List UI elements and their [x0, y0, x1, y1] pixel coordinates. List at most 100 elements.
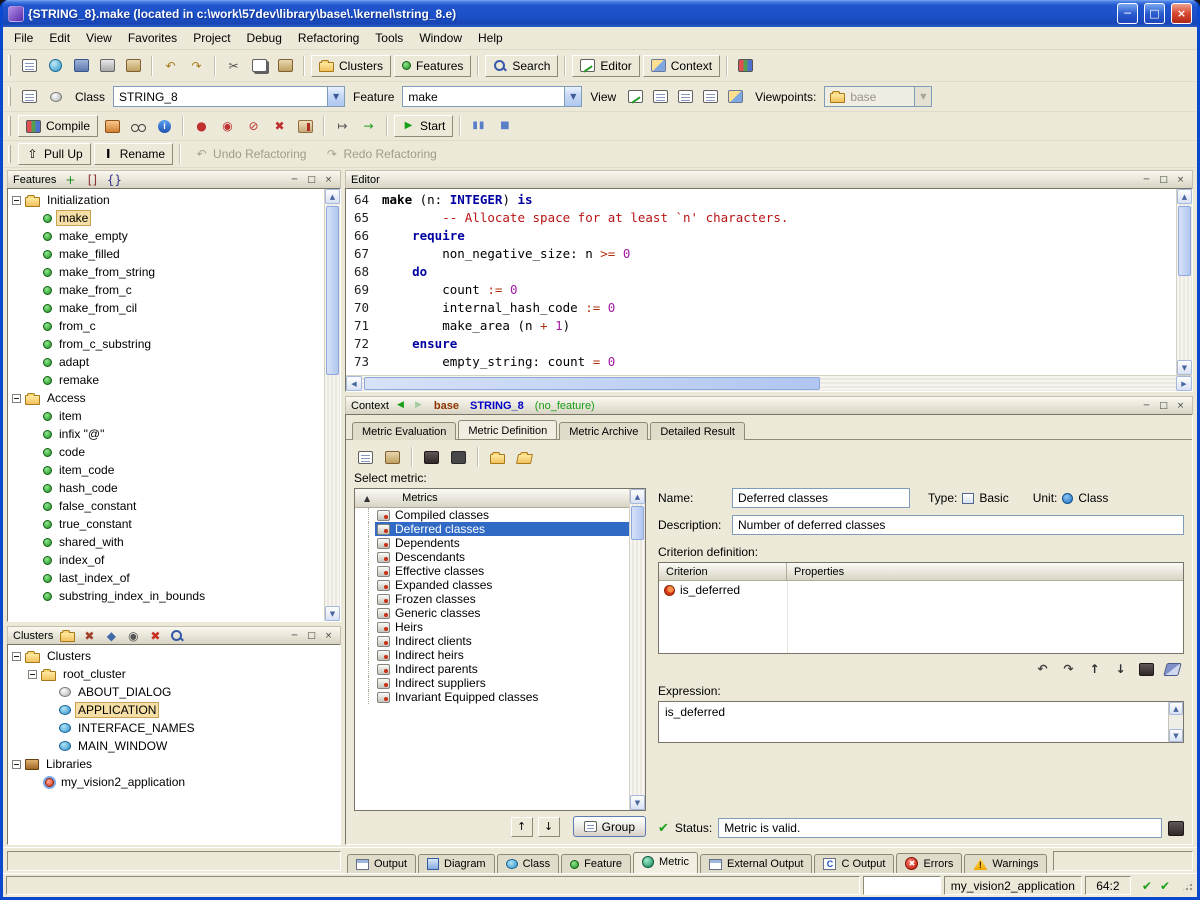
expander-icon[interactable]	[12, 760, 21, 769]
undo-criterion-button[interactable]: ↶	[1033, 658, 1052, 680]
menu-favorites[interactable]: Favorites	[120, 28, 185, 48]
scroll-thumb[interactable]	[364, 377, 820, 390]
tree-item-make-filled[interactable]: make_filled	[8, 245, 324, 263]
tree-item-from-c-substring[interactable]: from_c_substring	[8, 335, 324, 353]
redo-criterion-button[interactable]: ↷	[1059, 658, 1078, 680]
tree-item-false-constant[interactable]: false_constant	[8, 497, 324, 515]
tree-item-initialization[interactable]: Initialization	[8, 191, 324, 209]
maximize-button[interactable]: □	[1144, 3, 1165, 24]
interface-view-button[interactable]	[724, 86, 747, 108]
expander-icon[interactable]	[12, 394, 21, 403]
enable-breakpoints-button[interactable]: ◉	[216, 115, 239, 137]
delete-button[interactable]: ✖	[80, 628, 98, 643]
scroll-up-button[interactable]: ▲	[1169, 702, 1183, 715]
bottom-tab-errors[interactable]: ✖Errors	[896, 853, 962, 873]
tree-item-make[interactable]: make	[8, 209, 324, 227]
melt-button[interactable]	[101, 115, 124, 137]
maximize-panel-button[interactable]: □	[305, 630, 318, 642]
name-input[interactable]: Deferred classes	[732, 488, 910, 508]
scroll-down-button[interactable]: ▼	[630, 795, 645, 810]
copy-button[interactable]	[248, 55, 271, 77]
scroll-track[interactable]	[630, 504, 645, 795]
search-button[interactable]: Search	[485, 55, 558, 77]
metric-item-invariant-equipped-classes[interactable]: Invariant Equipped classes	[355, 690, 629, 704]
delete-metric-button[interactable]	[420, 446, 443, 468]
watch-button[interactable]	[127, 115, 150, 137]
expander-icon[interactable]	[12, 196, 21, 205]
move-metric-down-button[interactable]: ↓	[538, 817, 560, 837]
metric-item-expanded-classes[interactable]: Expanded classes	[355, 578, 629, 592]
editor-button[interactable]: Editor	[572, 55, 639, 77]
tree-item-infix[interactable]: infix "@"	[8, 425, 324, 443]
criterion-row[interactable]: is_deferred	[659, 581, 1183, 599]
metric-item-descendants[interactable]: Descendants	[355, 550, 629, 564]
metric-item-heirs[interactable]: Heirs	[355, 620, 629, 634]
start-button[interactable]: ▶ Start	[394, 115, 453, 137]
menu-edit[interactable]: Edit	[41, 28, 78, 48]
redo-button[interactable]: ↷	[185, 55, 208, 77]
menu-view[interactable]: View	[78, 28, 120, 48]
maximize-panel-button[interactable]: □	[305, 174, 318, 186]
toolbar-grip[interactable]	[8, 55, 11, 76]
scroll-track[interactable]	[362, 376, 1176, 391]
scroll-thumb[interactable]	[1178, 206, 1191, 276]
close-panel-button[interactable]: ×	[1174, 174, 1187, 186]
close-panel-button[interactable]: ×	[1174, 400, 1187, 412]
metric-item-compiled-classes[interactable]: Compiled classes	[355, 508, 629, 522]
metric-item-indirect-clients[interactable]: Indirect clients	[355, 634, 629, 648]
tree-item-from-c[interactable]: from_c	[8, 317, 324, 335]
info-button[interactable]: i	[153, 115, 176, 137]
bottom-tab-feature[interactable]: Feature	[561, 854, 631, 873]
paste-button[interactable]	[274, 55, 297, 77]
undo-refactoring-button[interactable]: ↶ Undo Refactoring	[187, 143, 314, 165]
close-button[interactable]: ×	[1171, 3, 1192, 24]
tree-item-application[interactable]: APPLICATION	[8, 701, 340, 719]
add-feature-button[interactable]: +	[61, 172, 79, 187]
class-tool-button[interactable]	[44, 86, 67, 108]
tab-metric-evaluation[interactable]: Metric Evaluation	[352, 422, 456, 440]
expression-scrollbar[interactable]: ▲ ▼	[1168, 702, 1183, 742]
scroll-up-button[interactable]: ▲	[325, 189, 340, 204]
scroll-thumb[interactable]	[326, 206, 339, 375]
scroll-track[interactable]	[1177, 204, 1192, 360]
history-back-icon[interactable]: ◀	[394, 401, 407, 410]
stop-button[interactable]	[447, 446, 470, 468]
pull-up-button[interactable]: ⇧ Pull Up	[18, 143, 91, 165]
crumb-class[interactable]: STRING_8	[470, 400, 524, 412]
scroll-down-button[interactable]: ▼	[1169, 729, 1183, 742]
description-input[interactable]: Number of deferred classes	[732, 515, 1184, 535]
debug-run-button[interactable]: ●	[190, 115, 213, 137]
tree-item-clusters[interactable]: Clusters	[8, 647, 340, 665]
save-button[interactable]	[70, 55, 93, 77]
stop-button[interactable]: ■	[493, 115, 516, 137]
context-button[interactable]: Context	[643, 55, 720, 77]
exit-button[interactable]	[294, 115, 317, 137]
criterion-table[interactable]: Criterion Properties is_deferred	[658, 562, 1184, 654]
undo-button[interactable]: ↶	[159, 55, 182, 77]
scroll-down-button[interactable]: ▼	[325, 606, 340, 621]
bottom-tab-warnings[interactable]: !Warnings	[964, 854, 1047, 873]
toolbar-grip[interactable]	[8, 116, 11, 135]
properties-column-header[interactable]: Properties	[787, 563, 1183, 580]
redo-refactoring-button[interactable]: ↷ Redo Refactoring	[317, 143, 444, 165]
braces-button[interactable]: {}	[105, 172, 123, 187]
bottom-tab-c-output[interactable]: CC Output	[814, 854, 894, 873]
tree-item-access[interactable]: Access	[8, 389, 324, 407]
tree-item-last-index-of[interactable]: last_index_of	[8, 569, 324, 587]
metric-item-frozen-classes[interactable]: Frozen classes	[355, 592, 629, 606]
scroll-thumb[interactable]	[631, 506, 644, 540]
metric-item-indirect-heirs[interactable]: Indirect heirs	[355, 648, 629, 662]
closed-folder-button[interactable]	[486, 446, 509, 468]
metric-item-effective-classes[interactable]: Effective classes	[355, 564, 629, 578]
open-folder-button[interactable]	[513, 446, 536, 468]
editor-vertical-scrollbar[interactable]: ▲ ▼	[1176, 189, 1192, 375]
tree-item-remake[interactable]: remake	[8, 371, 324, 389]
tree-item-make-from-c[interactable]: make_from_c	[8, 281, 324, 299]
edit-status-icon[interactable]	[1168, 821, 1184, 836]
diagram-tool-button[interactable]	[734, 55, 757, 77]
close-panel-button[interactable]: ×	[322, 630, 335, 642]
minimize-panel-button[interactable]: ─	[288, 630, 301, 642]
menu-debug[interactable]: Debug	[239, 28, 290, 48]
scroll-right-button[interactable]: ▶	[1176, 376, 1192, 391]
maximize-panel-button[interactable]: □	[1157, 174, 1170, 186]
